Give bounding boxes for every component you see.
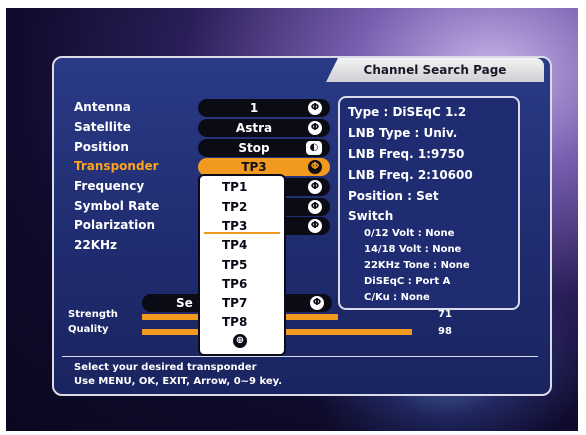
page-title: Channel Search Page [326,58,544,82]
label-satellite: Satellite [74,120,131,134]
info-lnb-freq2: LNB Freq. 2:10600 [348,168,473,182]
dropdown-item-tp6[interactable]: TP6 [222,277,247,291]
label-22khz: 22KHz [74,238,118,252]
info-lnb-freq1: LNB Freq. 1:9750 [348,147,465,161]
position-selector[interactable]: Stop ◐ [198,139,330,157]
help-line-1: Select your desired transponder [74,362,257,373]
dropdown-item-tp2[interactable]: TP2 [222,200,247,214]
adjust-icon: Φ [308,121,322,135]
strength-label: Strength [68,309,118,320]
label-position: Position [74,140,129,154]
dropdown-item-tp3[interactable]: TP3 [222,219,247,233]
info-switch-line: C/Ku : None [364,292,430,303]
adjust-icon: Φ [310,296,324,310]
strength-value: 71 [438,309,452,320]
search-button-label: Se [176,296,193,310]
info-switch-line: 14/18 Volt : None [364,244,462,255]
adjust-icon: Φ [308,200,322,214]
dropdown-item-tp1[interactable]: TP1 [222,180,247,194]
info-switch-title: Switch [348,209,394,223]
label-transponder: Transponder [74,159,159,173]
info-switch-line: 22KHz Tone : None [364,260,470,271]
scroll-down-icon[interactable]: ⊕ [233,334,247,348]
satellite-selector[interactable]: Astra Φ [198,119,330,137]
label-antenna: Antenna [74,100,131,114]
quality-value: 98 [438,326,452,337]
quality-label: Quality [68,324,109,335]
info-position: Position : Set [348,189,439,203]
adjust-icon: Φ [308,101,322,115]
info-switch-line: DiSEqC : Port A [364,276,451,287]
motor-icon: ◐ [306,141,322,155]
info-lnb-type: LNB Type : Univ. [348,126,458,140]
label-symbol-rate: Symbol Rate [74,199,160,213]
adjust-icon: Φ [308,219,322,233]
antenna-selector[interactable]: 1 Φ [198,99,330,117]
dropdown-item-tp7[interactable]: TP7 [222,296,247,310]
help-divider [62,356,538,357]
dropdown-item-tp4[interactable]: TP4 [222,238,247,252]
help-line-2: Use MENU, OK, EXIT, Arrow, 0~9 key. [74,376,283,387]
adjust-icon: Φ [308,180,322,194]
selected-item-underline [204,232,280,234]
label-frequency: Frequency [74,179,145,193]
info-type: Type : DiSEqC 1.2 [348,105,467,119]
dropdown-item-tp8[interactable]: TP8 [222,315,247,329]
dropdown-item-tp5[interactable]: TP5 [222,258,247,272]
adjust-icon: Φ [308,160,322,174]
info-switch-line: 0/12 Volt : None [364,228,455,239]
label-polarization: Polarization [74,218,155,232]
